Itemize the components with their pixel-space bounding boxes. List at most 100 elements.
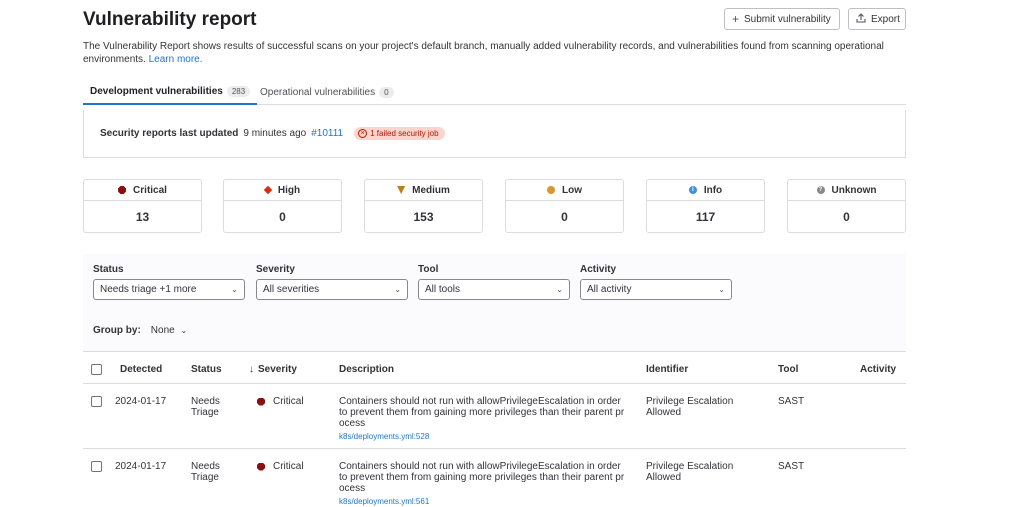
column-activity: Activity [860,364,897,375]
severity-card-high: High 0 [223,179,342,233]
filter-label: Status [93,264,124,275]
plus-icon: + [732,12,740,26]
detected-date: 2024-01-17 [115,461,167,472]
activity-filter-dropdown[interactable]: All activity ⌄ [580,279,732,300]
tab-development-vulnerabilities[interactable]: Development vulnerabilities 283 [83,80,258,105]
chevron-down-icon: ⌄ [718,285,725,294]
learn-more-link[interactable]: Learn more. [149,54,203,65]
export-button[interactable]: Export [848,8,906,30]
severity-info-icon: i [688,186,697,194]
pipeline-link[interactable]: #10111 [311,128,343,139]
description-cell: Containers should not run with allowPriv… [339,396,625,442]
severity-label: Critical [133,184,167,196]
page-description: The Vulnerability Report shows results o… [83,40,898,66]
group-by-value: None [150,325,175,336]
error-icon: × [358,129,368,138]
severity-label: High [277,184,301,196]
filter-label: Activity [580,264,617,275]
severity-count: 117 [695,210,716,224]
chevron-down-icon: ⌄ [231,285,238,294]
submit-vulnerability-label: Submit vulnerability [744,13,831,25]
column-status: Status [191,364,222,375]
severity-critical-icon [257,462,265,471]
description-text: The Vulnerability Report shows results o… [83,41,884,65]
filter-value: Needs triage +1 more [100,284,197,295]
export-label: Export [871,13,900,25]
vulnerability-title-link[interactable]: Containers should not run with allowPriv… [339,396,624,429]
severity-card-medium: Medium 153 [364,179,483,233]
severity-filter-dropdown[interactable]: All severities ⌄ [256,279,408,300]
filter-value: All severities [263,284,320,295]
severity-high-icon [263,185,273,195]
submit-vulnerability-button[interactable]: + Submit vulnerability [724,8,840,30]
filter-label: Tool [418,264,439,275]
table-row[interactable]: 2024-01-17 Needs Triage Critical Contain… [83,450,906,507]
tab-operational-vulnerabilities[interactable]: Operational vulnerabilities 0 [253,80,401,105]
chevron-down-icon: ⌄ [180,326,188,335]
severity-label: Medium [412,184,450,196]
file-path-link[interactable]: k8s/deployments.yml:528 [339,431,625,442]
severity-label: Info [703,184,723,196]
filter-value: All tools [425,284,461,295]
row-checkbox[interactable] [91,396,102,407]
severity-card-info: i Info 117 [646,179,765,233]
status-text: Needs Triage [191,396,220,418]
severity-count: 0 [279,210,286,224]
activity-filter: Activity All activity ⌄ [580,264,732,300]
page-title: Vulnerability report [83,9,257,30]
security-reports-last-updated: Security reports last updated 9 minutes … [83,110,906,158]
severity-medium-icon [397,186,406,194]
chevron-down-icon: ⌄ [394,285,401,294]
severity-card-low: Low 0 [505,179,624,233]
tool-text: SAST [778,396,805,407]
severity-label: Unknown [831,184,877,196]
export-icon [856,13,866,25]
tool-filter: Tool All tools ⌄ [418,264,570,300]
severity-critical-icon [118,186,127,194]
last-updated-time: 9 minutes ago [243,128,307,139]
status-filter: Status Needs triage +1 more ⌄ [93,264,245,300]
vulnerability-title-link[interactable]: Containers should not run with allowPriv… [339,461,624,494]
column-severity[interactable]: ↓ Severity [249,364,297,375]
group-by-dropdown[interactable]: None ⌄ [151,325,187,336]
row-checkbox[interactable] [91,461,102,472]
identifier-text: Privilege Escalation Allowed [646,461,734,483]
table-row[interactable]: 2024-01-17 Needs Triage Critical Contain… [83,385,906,449]
severity-critical-icon [257,397,265,406]
status-filter-dropdown[interactable]: Needs triage +1 more ⌄ [93,279,245,300]
severity-cell: Critical [257,461,304,472]
table-header: Detected Status ↓ Severity Description I… [83,358,906,384]
tab-label: Operational vulnerabilities [260,87,376,98]
file-path-link[interactable]: k8s/deployments.yml:561 [339,496,625,507]
severity-count: 153 [413,210,434,224]
status-text: Needs Triage [191,461,220,483]
sort-arrow-down-icon: ↓ [249,364,254,375]
column-identifier: Identifier [646,364,689,375]
severity-filter: Severity All severities ⌄ [256,264,408,300]
severity-card-critical: Critical 13 [83,179,202,233]
tool-filter-dropdown[interactable]: All tools ⌄ [418,279,570,300]
filter-label: Severity [256,264,295,275]
last-updated-label: Security reports last updated [100,128,239,139]
severity-label: Low [562,184,582,196]
detected-date: 2024-01-17 [115,396,167,407]
filter-value: All activity [587,284,632,295]
column-description: Description [339,364,395,375]
column-detected[interactable]: Detected [120,364,162,375]
identifier-text: Privilege Escalation Allowed [646,396,734,418]
group-by-label: Group by: [93,325,141,336]
failed-jobs-badge[interactable]: × 1 failed security job [354,127,445,140]
vulnerability-report-page: Vulnerability report + Submit vulnerabil… [83,0,906,507]
tab-count-badge: 0 [379,87,394,98]
severity-card-unknown: ? Unknown 0 [787,179,906,233]
severity-text: Critical [273,461,304,472]
select-all-checkbox[interactable] [91,364,102,375]
failed-jobs-text: 1 failed security job [370,129,439,138]
group-by: Group by: None ⌄ [93,325,187,336]
severity-count: 13 [135,210,150,224]
description-cell: Containers should not run with allowPriv… [339,461,625,507]
severity-unknown-icon: ? [816,186,825,194]
filters-panel: Status Needs triage +1 more ⌄ Severity A… [83,254,906,352]
report-tabs: Development vulnerabilities 283 Operatio… [83,80,906,105]
column-severity-label: Severity [258,364,297,375]
